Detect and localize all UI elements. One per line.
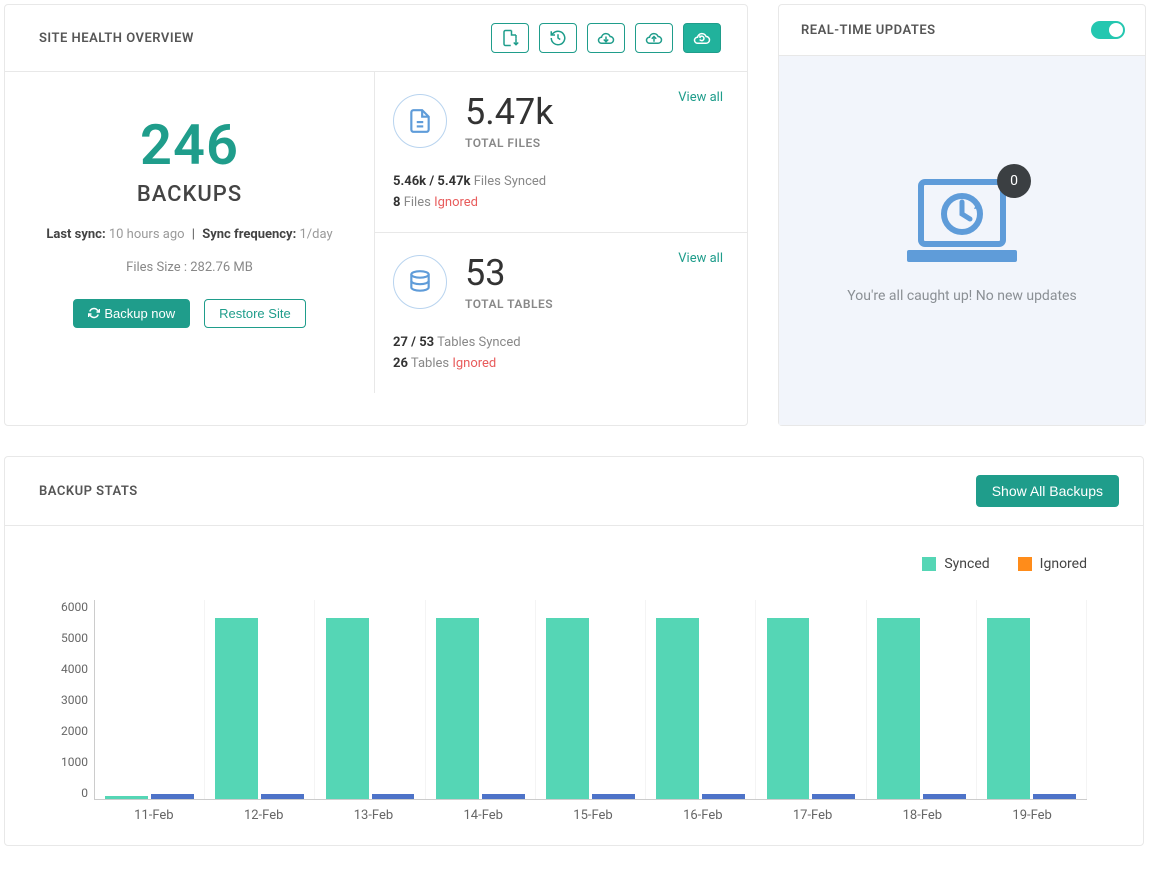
x-tick: 12-Feb xyxy=(209,800,319,823)
files-synced-counts: 5.46k / 5.47k xyxy=(393,174,470,189)
updates-count-badge: 0 xyxy=(997,164,1031,198)
x-tick: 15-Feb xyxy=(538,800,648,823)
bar-ignored xyxy=(261,794,304,799)
x-tick: 16-Feb xyxy=(648,800,758,823)
x-tick: 13-Feb xyxy=(319,800,429,823)
files-block: View all 5.47k TOTAL FILES 5.46k / 5.47k… xyxy=(375,72,747,233)
legend-synced: Synced xyxy=(922,556,989,572)
files-size-value: 282.76 MB xyxy=(190,260,253,275)
files-size-label: Files Size : xyxy=(126,260,187,275)
bar-synced xyxy=(436,618,479,799)
y-tick: 2000 xyxy=(61,724,88,738)
bar-group xyxy=(315,600,425,799)
files-ignored-mid: Files xyxy=(404,195,431,210)
y-tick: 5000 xyxy=(61,631,88,645)
bar-group xyxy=(867,600,977,799)
x-tick: 14-Feb xyxy=(428,800,538,823)
bar-group xyxy=(977,600,1087,799)
site-health-card: SITE HEALTH OVERVIEW xyxy=(4,4,748,426)
bar-ignored xyxy=(923,794,966,799)
backup-now-button[interactable]: Backup now xyxy=(73,299,190,328)
x-tick: 18-Feb xyxy=(867,800,977,823)
tables-synced-suffix: Tables Synced xyxy=(437,335,520,350)
bar-group xyxy=(536,600,646,799)
bar-synced xyxy=(215,618,258,799)
x-tick: 11-Feb xyxy=(99,800,209,823)
bar-synced xyxy=(987,618,1030,799)
cloud-upload-icon[interactable] xyxy=(635,23,673,53)
total-tables-count: 53 xyxy=(465,255,553,291)
y-tick: 3000 xyxy=(61,693,88,707)
bar-ignored xyxy=(702,794,745,799)
backup-stats-card: BACKUP STATS Show All Backups Synced Ign… xyxy=(4,456,1144,846)
x-tick: 17-Feb xyxy=(758,800,868,823)
cloud-sync-icon[interactable] xyxy=(683,23,721,53)
file-icon xyxy=(393,94,447,148)
sync-freq-label: Sync frequency: xyxy=(202,227,296,242)
backup-now-label: Backup now xyxy=(104,306,175,321)
bar-ignored xyxy=(812,794,855,799)
tables-ignored-count: 26 xyxy=(393,356,408,371)
total-files-count: 5.47k xyxy=(465,94,553,130)
show-all-backups-button[interactable]: Show All Backups xyxy=(976,475,1119,507)
y-tick: 4000 xyxy=(61,662,88,676)
total-tables-label: TOTAL TABLES xyxy=(465,297,553,311)
x-tick: 19-Feb xyxy=(977,800,1087,823)
realtime-updates-card: REAL-TIME UPDATES 0 You're all caught up… xyxy=(778,4,1146,426)
legend-ignored: Ignored xyxy=(1018,556,1087,572)
files-synced-suffix: Files Synced xyxy=(474,174,546,189)
realtime-toggle[interactable] xyxy=(1091,21,1125,39)
file-export-icon[interactable] xyxy=(491,23,529,53)
backup-meta: Last sync: 10 hours ago | Sync frequency… xyxy=(25,227,354,242)
backup-chart: 6000 5000 4000 3000 2000 1000 0 xyxy=(61,600,1087,800)
bar-ignored xyxy=(151,794,194,799)
tables-ignored-mid: Tables xyxy=(411,356,449,371)
backups-summary: 246 BACKUPS Last sync: 10 hours ago | Sy… xyxy=(5,72,375,393)
restore-site-button[interactable]: Restore Site xyxy=(204,299,306,328)
y-tick: 6000 xyxy=(61,600,88,614)
backups-label: BACKUPS xyxy=(25,182,354,207)
bar-synced xyxy=(105,796,148,799)
files-size: Files Size : 282.76 MB xyxy=(25,260,354,275)
site-health-title: SITE HEALTH OVERVIEW xyxy=(39,31,194,46)
chart-legend: Synced Ignored xyxy=(61,556,1087,572)
backups-count: 246 xyxy=(25,112,354,178)
bar-ignored xyxy=(372,794,415,799)
bar-group xyxy=(756,600,866,799)
bar-group xyxy=(426,600,536,799)
total-files-label: TOTAL FILES xyxy=(465,136,553,150)
bar-group xyxy=(646,600,756,799)
bar-group xyxy=(95,600,205,799)
health-action-row xyxy=(491,23,721,53)
y-tick: 0 xyxy=(61,786,88,800)
tables-ignored-label: Ignored xyxy=(452,356,496,371)
bar-synced xyxy=(546,618,589,799)
database-icon xyxy=(393,255,447,309)
bar-synced xyxy=(877,618,920,799)
meta-divider: | xyxy=(192,227,195,242)
tables-view-all-link[interactable]: View all xyxy=(678,251,723,266)
backup-stats-title: BACKUP STATS xyxy=(39,484,138,499)
realtime-updates-title: REAL-TIME UPDATES xyxy=(801,23,936,38)
tables-synced-counts: 27 / 53 xyxy=(393,335,434,350)
updates-message: You're all caught up! No new updates xyxy=(847,288,1076,304)
bar-ignored xyxy=(482,794,525,799)
sync-freq-value: 1/day xyxy=(300,227,333,242)
bar-synced xyxy=(656,618,699,799)
y-tick: 1000 xyxy=(61,755,88,769)
files-view-all-link[interactable]: View all xyxy=(678,90,723,105)
cloud-download-icon[interactable] xyxy=(587,23,625,53)
files-ignored-label: Ignored xyxy=(434,195,478,210)
bar-synced xyxy=(767,618,810,799)
bar-ignored xyxy=(1033,794,1076,799)
bar-group xyxy=(205,600,315,799)
last-sync-value: 10 hours ago xyxy=(109,227,185,242)
last-sync-label: Last sync: xyxy=(46,227,105,242)
updates-illustration: 0 xyxy=(907,178,1017,268)
history-icon[interactable] xyxy=(539,23,577,53)
files-ignored-count: 8 xyxy=(393,195,400,210)
bar-ignored xyxy=(592,794,635,799)
tables-block: View all 53 TOTAL TABLES 27 / 53 Tables … xyxy=(375,233,747,393)
bar-synced xyxy=(326,618,369,799)
